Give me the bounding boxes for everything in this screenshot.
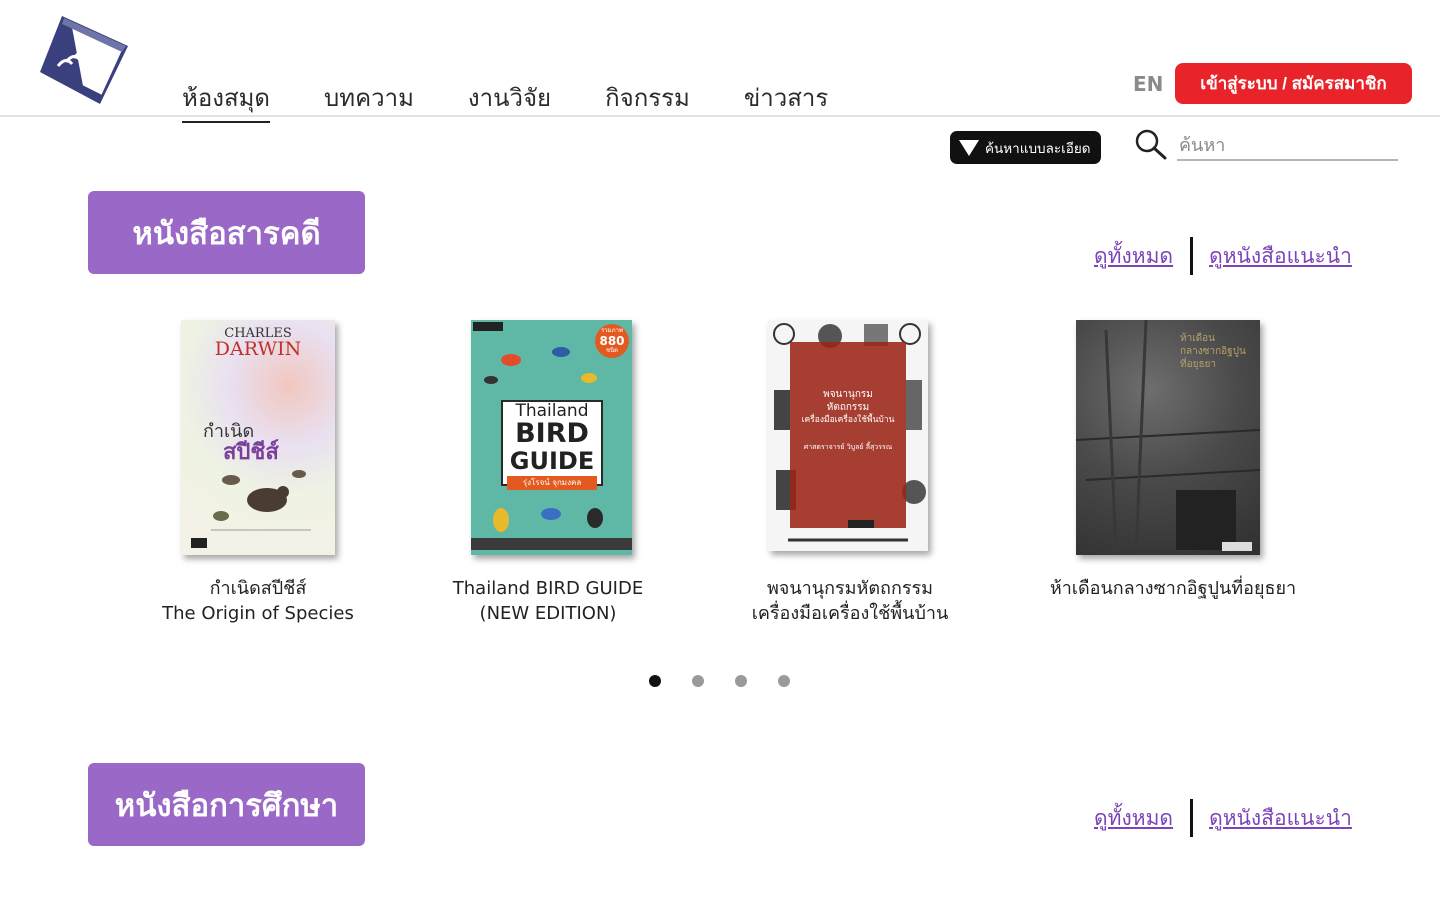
book-title-line1: พจนานุกรมหัตถกรรม — [766, 578, 934, 599]
book-cover-bird-guide[interactable]: รวมภาพ 880 ชนิด Thailand BIRD GUIDE รุ่ง… — [471, 320, 632, 555]
publisher-logo-icon — [848, 520, 874, 528]
book-cover-handicraft-dictionary[interactable]: พจนานุกรม หัตถกรรม เครื่องมือเครื่องใช้พ… — [768, 320, 928, 551]
birds-illustration-icon — [211, 470, 311, 531]
nav-item-research[interactable]: งานวิจัย — [468, 78, 551, 123]
cover-title-3: GUIDE — [509, 447, 595, 475]
advanced-search-label: ค้นหาแบบละเอียด — [985, 140, 1091, 157]
book-cover-ayutthaya[interactable]: ห้าเดือน กลางซากอิฐปูน ที่อยุธยา — [1076, 320, 1260, 555]
cover-title-1: พจนานุกรม — [823, 389, 873, 400]
birds-illustration-icon — [471, 508, 632, 550]
language-toggle[interactable]: EN — [1133, 72, 1163, 96]
birds-illustration-icon — [484, 347, 597, 384]
nav-item-articles[interactable]: บทความ — [324, 78, 414, 123]
advanced-search-button[interactable]: ค้นหาแบบละเอียด — [950, 131, 1101, 164]
search-input[interactable] — [1177, 131, 1398, 161]
book-title-handicraft-dictionary[interactable]: พจนานุกรมหัตถกรรม เครื่องมือเครื่องใช้พื… — [700, 576, 1000, 626]
cover-title-3: เครื่องมือเครื่องใช้พื้นบ้าน — [801, 415, 895, 425]
cover-title-block: พจนานุกรม หัตถกรรม เครื่องมือเครื่องใช้พ… — [790, 388, 906, 454]
link-divider — [1190, 799, 1194, 837]
view-all-link[interactable]: ดูทั้งหมด — [1094, 240, 1173, 273]
book-title-line1: Thailand BIRD GUIDE — [452, 578, 644, 599]
login-register-button[interactable]: เข้าสู่ระบบ / สมัครสมาชิก — [1175, 63, 1412, 104]
carousel-dot-4[interactable] — [778, 675, 790, 687]
cover-author: ศาสตราจารย์ วิบูลย์ ลี้สุวรรณ — [803, 443, 893, 451]
book-title-line1: ห้าเดือนกลางซากอิฐปูนที่อยุธยา — [1049, 578, 1297, 599]
cover-title-box: Thailand BIRD GUIDE — [501, 400, 603, 486]
book-title-line2: The Origin of Species — [162, 603, 354, 624]
book-cover-origin-of-species[interactable]: CHARLES DARWIN กำเนิด สปีชีส์ — [181, 320, 335, 555]
link-divider — [1190, 237, 1194, 275]
cover-author: รุ่งโรจน์ จุกมงคล — [507, 476, 597, 490]
carousel-dot-2[interactable] — [692, 675, 704, 687]
section-links-nonfiction: ดูทั้งหมด ดูหนังสือแนะนำ — [1094, 236, 1352, 276]
book-title-bird-guide[interactable]: Thailand BIRD GUIDE (NEW EDITION) — [398, 576, 698, 626]
book-title-line2: (NEW EDITION) — [479, 603, 617, 624]
triangle-down-icon — [959, 139, 979, 156]
section-links-education: ดูทั้งหมด ดูหนังสือแนะนำ — [1094, 798, 1352, 838]
search-icon[interactable] — [1134, 128, 1168, 160]
recommended-books-link[interactable]: ดูหนังสือแนะนำ — [1209, 802, 1352, 835]
main-nav: ห้องสมุด บทความ งานวิจัย กิจกรรม ข่าวสาร — [182, 78, 882, 123]
recommended-books-link[interactable]: ดูหนังสือแนะนำ — [1209, 240, 1352, 273]
carousel-pagination — [649, 675, 821, 687]
view-all-link[interactable]: ดูทั้งหมด — [1094, 802, 1173, 835]
nav-item-activities[interactable]: กิจกรรม — [605, 78, 690, 123]
book-title-line1: กำเนิดสปีชีส์ — [209, 578, 307, 599]
cover-title-2: BIRD — [515, 418, 589, 449]
publisher-logo-icon — [191, 538, 207, 548]
book-title-ayutthaya[interactable]: ห้าเดือนกลางซากอิฐปูนที่อยุธยา — [1023, 576, 1323, 601]
book-title-line2: เครื่องมือเครื่องใช้พื้นบ้าน — [751, 603, 949, 624]
publisher-logo-icon — [1222, 542, 1252, 551]
site-header: ห้องสมุด บทความ งานวิจัย กิจกรรม ข่าวสาร… — [0, 0, 1440, 123]
carousel-dot-3[interactable] — [735, 675, 747, 687]
cover-title-2: หัตถกรรม — [826, 402, 870, 413]
section-title-education: หนังสือการศึกษา — [88, 763, 365, 846]
cover-title-1: ห้าเดือน — [1180, 333, 1215, 344]
cover-title-2: กลางซากอิฐปูน — [1180, 346, 1246, 357]
section-title-nonfiction: หนังสือสารคดี — [88, 191, 365, 274]
book-title-origin-of-species[interactable]: กำเนิดสปีชีส์ The Origin of Species — [108, 576, 408, 626]
cover-author-last: DARWIN — [214, 338, 302, 360]
cover-title-3: ที่อยุธยา — [1180, 359, 1217, 370]
nav-item-library[interactable]: ห้องสมุด — [182, 78, 271, 123]
carousel-dot-1[interactable] — [649, 675, 661, 687]
nav-item-news[interactable]: ข่าวสาร — [744, 78, 828, 123]
book-logo-icon[interactable] — [36, 12, 132, 108]
cover-title-block: ห้าเดือน กลางซากอิฐปูน ที่อยุธยา — [1180, 332, 1246, 371]
